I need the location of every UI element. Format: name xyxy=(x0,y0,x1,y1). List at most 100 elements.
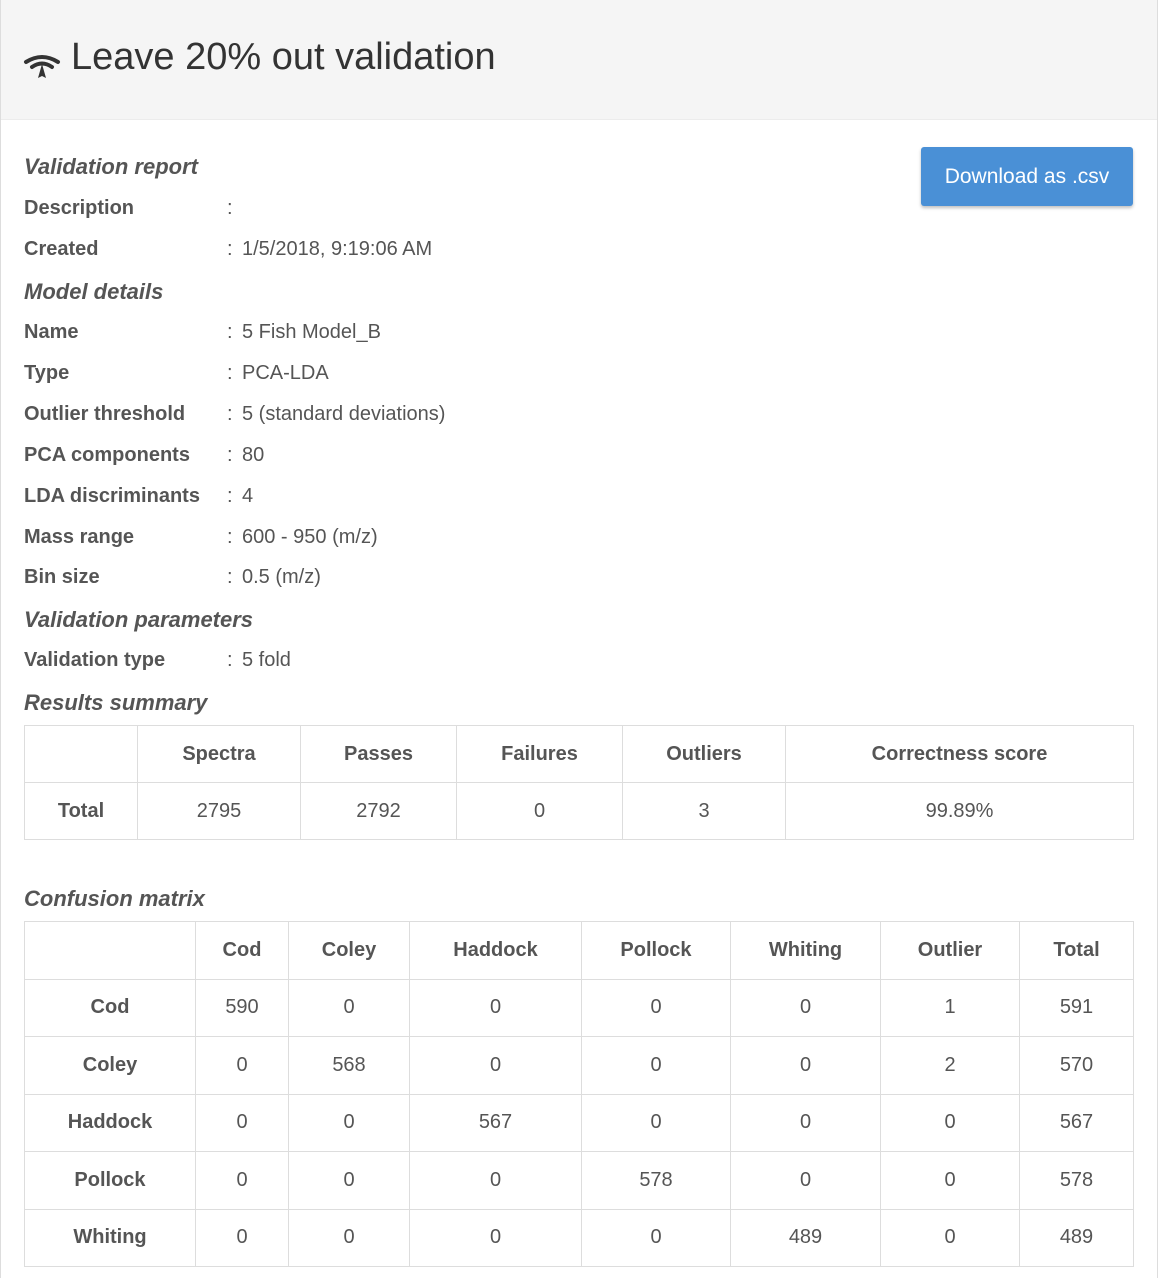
validation-panel: Leave 20% out validation Download as .cs… xyxy=(0,0,1158,1278)
column-header: Total xyxy=(1019,921,1134,980)
column-header: Outlier xyxy=(880,921,1020,980)
field-label: Created xyxy=(24,238,99,260)
column-header: Spectra xyxy=(137,725,301,783)
page-title: Leave 20% out validation xyxy=(71,36,496,78)
table-row: Haddock 0 0 567 0 0 0 567 xyxy=(24,1093,1134,1152)
table-cell: 0 xyxy=(880,1093,1020,1152)
field-separator: : xyxy=(227,485,233,507)
results-summary-heading: Results summary xyxy=(24,690,208,715)
table-cell: 578 xyxy=(581,1151,731,1210)
row-header: Cod xyxy=(24,978,196,1037)
download-csv-button[interactable]: Download as .csv xyxy=(921,147,1133,206)
column-header xyxy=(24,921,196,980)
field-value: 1/5/2018, 9:19:06 AM xyxy=(242,238,433,260)
field-separator: : xyxy=(227,526,233,548)
column-header: Failures xyxy=(456,725,623,783)
results-summary-table: Spectra Passes Failures Outliers Correct… xyxy=(24,725,1134,840)
field-label: LDA discriminants xyxy=(24,485,200,507)
field-label: Name xyxy=(24,321,79,343)
table-cell: 489 xyxy=(730,1208,881,1267)
model-details-heading: Model details xyxy=(24,279,164,304)
table-cell: 0 xyxy=(288,1093,410,1152)
column-header xyxy=(24,725,138,783)
table-cell: 0 xyxy=(288,978,410,1037)
table-cell: 567 xyxy=(1019,1093,1134,1152)
field-value: 80 xyxy=(242,444,265,466)
table-cell: 0 xyxy=(880,1208,1020,1267)
table-cell: 0 xyxy=(409,1036,582,1095)
field-value: 5 Fish Model_B xyxy=(242,321,381,343)
table-cell: 590 xyxy=(195,978,289,1037)
table-row: Coley 0 568 0 0 0 2 570 xyxy=(24,1036,1134,1095)
table-cell: 0 xyxy=(195,1151,289,1210)
panel-header: Leave 20% out validation xyxy=(1,0,1157,120)
confusion-matrix-table: Cod Coley Haddock Pollock Whiting Outlie… xyxy=(24,921,1134,1267)
table-cell: 2792 xyxy=(300,782,457,840)
table-cell: 570 xyxy=(1019,1036,1134,1095)
table-cell: 0 xyxy=(730,1036,881,1095)
table-cell: 0 xyxy=(456,782,623,840)
row-header: Pollock xyxy=(24,1151,196,1210)
field-separator: : xyxy=(227,403,233,425)
table-cell: 0 xyxy=(195,1093,289,1152)
field-separator: : xyxy=(227,238,233,260)
table-cell: 0 xyxy=(409,1208,582,1267)
field-label: Bin size xyxy=(24,566,100,588)
field-label: Outlier threshold xyxy=(24,403,186,425)
field-label: PCA components xyxy=(24,444,190,466)
field-label: Validation type xyxy=(24,649,166,671)
field-value: 5 fold xyxy=(242,649,291,671)
column-header: Correctness score xyxy=(785,725,1134,783)
table-cell: 0 xyxy=(195,1208,289,1267)
table-cell: 591 xyxy=(1019,978,1134,1037)
table-cell: 1 xyxy=(880,978,1020,1037)
column-header: Cod xyxy=(195,921,289,980)
column-header: Pollock xyxy=(581,921,731,980)
column-header: Haddock xyxy=(409,921,582,980)
field-label: Type xyxy=(24,362,70,384)
field-separator: : xyxy=(227,197,233,219)
wifi-fan-icon xyxy=(24,55,60,78)
table-cell: 0 xyxy=(581,978,731,1037)
table-cell: 0 xyxy=(730,1093,881,1152)
table-cell: 0 xyxy=(409,1151,582,1210)
field-separator: : xyxy=(227,362,233,384)
table-cell: 0 xyxy=(409,978,582,1037)
confusion-matrix-heading: Confusion matrix xyxy=(24,886,205,911)
field-label: Description xyxy=(24,197,135,219)
column-header: Outliers xyxy=(622,725,786,783)
table-header-row: Cod Coley Haddock Pollock Whiting Outlie… xyxy=(24,921,1134,980)
table-cell: 3 xyxy=(622,782,786,840)
table-cell: 2 xyxy=(880,1036,1020,1095)
validation-parameters-heading: Validation parameters xyxy=(24,607,254,632)
table-cell: 99.89% xyxy=(785,782,1134,840)
table-header-row: Spectra Passes Failures Outliers Correct… xyxy=(24,725,1134,783)
field-label: Mass range xyxy=(24,526,135,548)
table-cell: 0 xyxy=(730,1151,881,1210)
table-cell: 0 xyxy=(195,1036,289,1095)
field-separator: : xyxy=(227,566,233,588)
validation-report-heading: Validation report xyxy=(24,154,198,179)
table-cell: 0 xyxy=(288,1151,410,1210)
table-cell: 0 xyxy=(581,1093,731,1152)
table-row: Total 2795 2792 0 3 99.89% xyxy=(24,782,1134,840)
table-cell: 0 xyxy=(581,1036,731,1095)
table-cell: 578 xyxy=(1019,1151,1134,1210)
field-value: 0.5 (m/z) xyxy=(242,566,321,588)
field-value: 5 (standard deviations) xyxy=(242,403,446,425)
row-header: Haddock xyxy=(24,1093,196,1152)
table-cell: 0 xyxy=(288,1208,410,1267)
column-header: Coley xyxy=(288,921,410,980)
row-header: Total xyxy=(24,782,138,840)
table-row: Whiting 0 0 0 0 489 0 489 xyxy=(24,1208,1134,1267)
field-separator: : xyxy=(227,649,233,671)
table-cell: 0 xyxy=(880,1151,1020,1210)
row-header: Whiting xyxy=(24,1208,196,1267)
field-value: PCA-LDA xyxy=(242,362,329,384)
field-separator: : xyxy=(227,321,233,343)
field-value: 600 - 950 (m/z) xyxy=(242,526,378,548)
field-value: 4 xyxy=(242,485,254,507)
table-row: Pollock 0 0 0 578 0 0 578 xyxy=(24,1151,1134,1210)
row-header: Coley xyxy=(24,1036,196,1095)
table-cell: 568 xyxy=(288,1036,410,1095)
